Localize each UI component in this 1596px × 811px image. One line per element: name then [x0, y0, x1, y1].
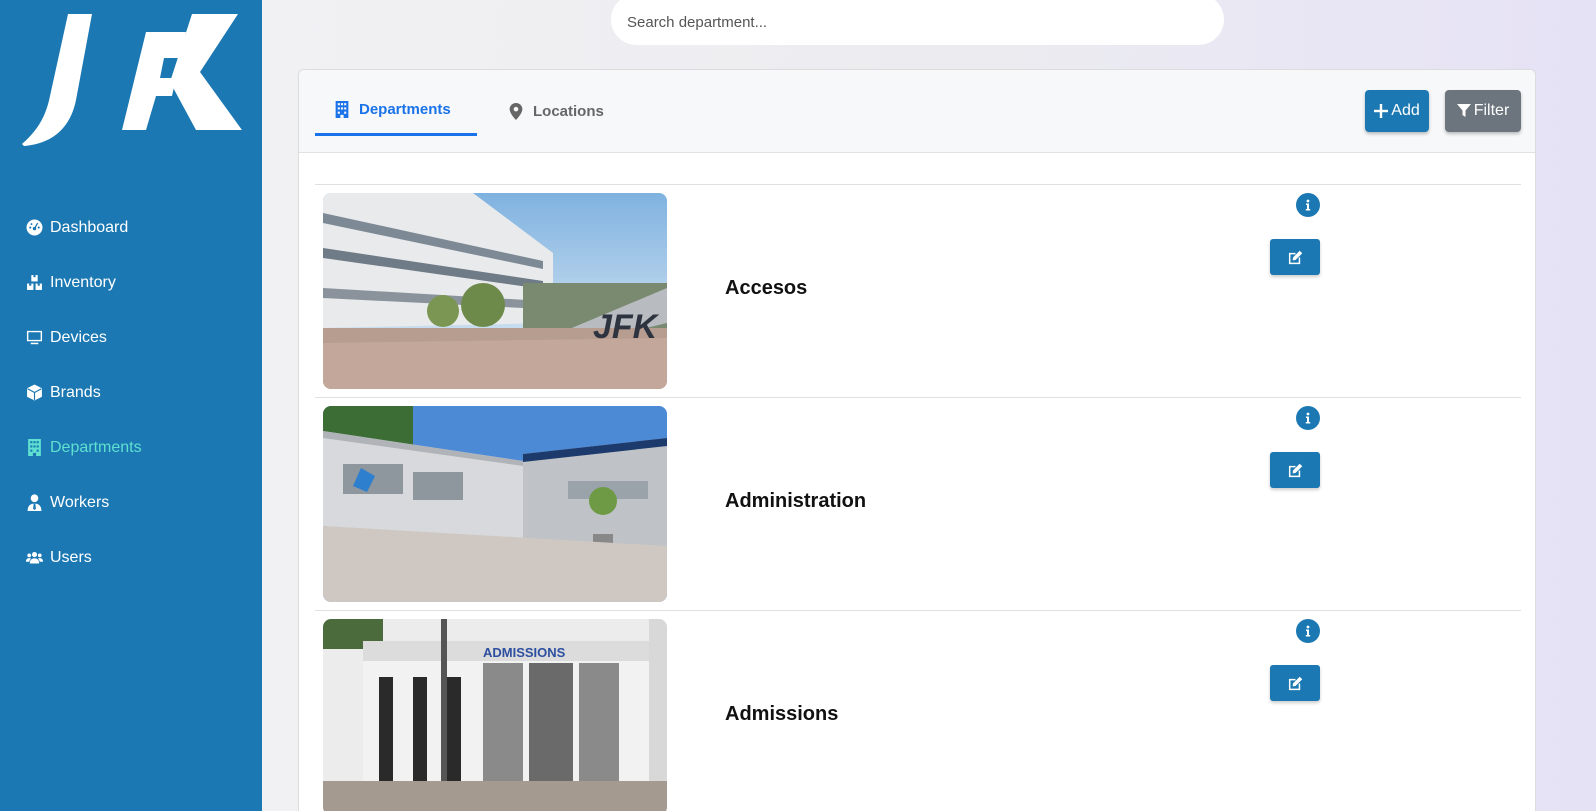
list-item: ADMISSIONS Admissions	[315, 610, 1521, 811]
dashboard-icon	[24, 219, 44, 237]
edit-button[interactable]	[1270, 665, 1320, 701]
sidebar-nav: Dashboard Inventory Devices Brands Depar…	[0, 200, 262, 585]
cube-icon	[24, 384, 44, 402]
info-button[interactable]	[1296, 193, 1320, 217]
info-icon	[1305, 625, 1311, 637]
sidebar-item-label: Dashboard	[50, 218, 129, 236]
list-item: Administration	[315, 397, 1521, 610]
department-name: Administration	[725, 490, 867, 512]
sidebar-item-label: Inventory	[50, 273, 116, 291]
sidebar-item-brands[interactable]: Brands	[0, 365, 262, 420]
svg-text:JFK: JFK	[593, 308, 660, 346]
users-icon	[24, 549, 44, 567]
sidebar-item-devices[interactable]: Devices	[0, 310, 262, 365]
edit-button[interactable]	[1270, 239, 1320, 275]
departments-card: Departments Locations Add Filter JFK Acc…	[298, 69, 1536, 811]
sidebar-item-dashboard[interactable]: Dashboard	[0, 200, 262, 255]
department-name: Accesos	[725, 277, 808, 299]
tab-label: Locations	[533, 102, 604, 120]
sidebar-item-label: Departments	[50, 438, 142, 456]
building-icon	[335, 101, 349, 118]
add-button-label: Add	[1391, 102, 1420, 119]
edit-icon	[1288, 676, 1302, 690]
sidebar-item-departments[interactable]: Departments	[0, 420, 262, 475]
filter-button[interactable]: Filter	[1445, 90, 1521, 132]
tab-locations[interactable]: Locations	[507, 86, 604, 136]
desktop-icon	[24, 329, 44, 347]
department-photo[interactable]	[323, 406, 667, 602]
filter-button-label: Filter	[1473, 102, 1510, 119]
sidebar-item-label: Brands	[50, 383, 101, 401]
sidebar-item-users[interactable]: Users	[0, 530, 262, 585]
department-list: JFK Accesos Administration ADMISSIONS Ad…	[315, 184, 1521, 811]
department-photo[interactable]: JFK	[323, 193, 667, 389]
sidebar-item-label: Users	[50, 548, 92, 566]
search-input[interactable]	[611, 0, 1224, 45]
list-item: JFK Accesos	[315, 184, 1521, 397]
plus-icon	[1374, 104, 1389, 118]
info-button[interactable]	[1296, 406, 1320, 430]
sidebar: Dashboard Inventory Devices Brands Depar…	[0, 0, 262, 811]
edit-button[interactable]	[1270, 452, 1320, 488]
tab-label: Departments	[359, 101, 451, 118]
edit-icon	[1288, 250, 1302, 264]
sidebar-item-inventory[interactable]: Inventory	[0, 255, 262, 310]
map-marker-icon	[509, 102, 523, 120]
sidebar-item-label: Devices	[50, 328, 107, 346]
admissions-sign-text: ADMISSIONS	[483, 645, 566, 660]
add-button[interactable]: Add	[1365, 90, 1429, 132]
building-icon	[24, 439, 44, 457]
boxes-icon	[24, 274, 44, 292]
card-header: Departments Locations Add Filter	[299, 70, 1535, 153]
info-button[interactable]	[1296, 619, 1320, 643]
info-icon	[1305, 412, 1311, 424]
jfk-logo[interactable]	[20, 12, 244, 148]
department-photo[interactable]: ADMISSIONS	[323, 619, 667, 811]
filter-icon	[1456, 104, 1471, 117]
user-tie-icon	[24, 494, 44, 512]
sidebar-item-label: Workers	[50, 493, 110, 511]
edit-icon	[1288, 463, 1302, 477]
department-name: Admissions	[725, 703, 839, 725]
info-icon	[1305, 199, 1311, 211]
sidebar-item-workers[interactable]: Workers	[0, 475, 262, 530]
tab-departments[interactable]: Departments	[315, 86, 477, 136]
